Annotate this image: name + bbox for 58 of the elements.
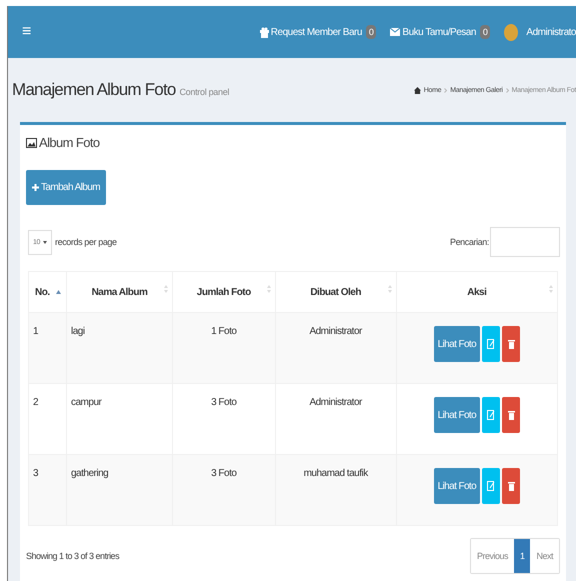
trash-icon	[508, 410, 515, 420]
home-icon	[414, 86, 421, 94]
avatar-icon	[504, 24, 518, 40]
edit-button[interactable]	[482, 397, 500, 433]
plus-icon	[32, 184, 39, 191]
edit-icon	[487, 481, 496, 491]
trash-icon	[508, 339, 515, 349]
edit-button[interactable]	[482, 326, 500, 362]
page-size-label: records per page	[55, 237, 117, 247]
sort-icon	[388, 285, 392, 293]
sort-ascending-icon	[56, 290, 61, 294]
add-album-button[interactable]: Tambah Album	[26, 170, 106, 205]
chevron-right-icon	[444, 88, 448, 92]
view-photos-button[interactable]: Lihat Foto	[434, 326, 480, 362]
edit-icon	[487, 410, 496, 420]
table-cell: gathering	[66, 454, 172, 526]
table-cell: 2	[28, 384, 66, 454]
count-badge: 0	[480, 25, 490, 39]
column-header[interactable]: Dibuat Oleh	[275, 272, 396, 312]
edit-icon	[487, 339, 496, 349]
view-photos-button[interactable]: Lihat Foto	[434, 468, 480, 504]
panel-title: Album Foto	[39, 135, 100, 150]
column-header[interactable]: No.	[28, 272, 66, 312]
delete-button[interactable]	[502, 397, 520, 433]
column-header[interactable]: Aksi	[396, 272, 558, 312]
sort-icon	[266, 285, 271, 293]
caret-icon	[43, 240, 47, 244]
table-cell: lagi	[66, 312, 172, 384]
user-menu-link[interactable]: Administrato	[526, 26, 576, 38]
table-cell: 1 Foto	[172, 312, 276, 384]
delete-button[interactable]	[502, 326, 520, 362]
page-subtitle: Control panel	[179, 87, 230, 97]
menu-icon[interactable]: ≡	[22, 23, 32, 41]
sort-icon	[164, 285, 168, 293]
table-cell: Administrator	[275, 312, 396, 384]
sort-icon	[549, 285, 553, 293]
table-cell: 1	[28, 312, 66, 384]
column-header[interactable]: Nama Album	[66, 272, 172, 312]
trash-icon	[508, 481, 515, 491]
view-photos-button[interactable]: Lihat Foto	[434, 397, 480, 433]
column-header[interactable]: Jumlah Foto	[172, 272, 276, 312]
delete-button[interactable]	[502, 468, 520, 504]
edit-button[interactable]	[482, 468, 500, 504]
envelope-icon	[390, 28, 400, 36]
navbar-link[interactable]: Buku Tamu/Pesan	[390, 26, 476, 38]
chevron-right-icon	[506, 88, 509, 92]
pagination-button[interactable]: 1	[514, 539, 530, 573]
image-icon	[26, 138, 37, 148]
navbar-link[interactable]: Request Member Baru	[260, 26, 362, 38]
count-badge: 0	[366, 25, 376, 39]
table-info: Showing 1 to 3 of 3 entries	[26, 551, 120, 561]
table-cell: 3	[28, 454, 66, 526]
table-cell: 3 Foto	[172, 454, 276, 526]
table-cell: muhamad taufik	[275, 454, 396, 526]
search-field[interactable]	[490, 227, 560, 257]
gift-icon	[260, 26, 269, 38]
page-title: Manajemen Album Foto	[12, 80, 176, 99]
search-label: Pencarian:	[450, 237, 489, 247]
